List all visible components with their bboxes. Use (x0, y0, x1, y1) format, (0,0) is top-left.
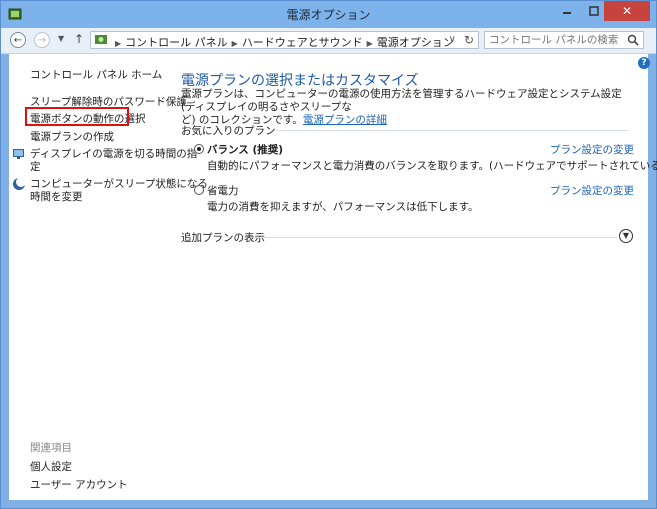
address-path[interactable]: ▶ コントロール パネル ▶ ハードウェアとサウンド ▶ 電源オプション ∨ ↻ (90, 31, 479, 49)
minimize-icon (563, 12, 571, 14)
breadcrumb: ▶ コントロール パネル ▶ ハードウェアとサウンド ▶ 電源オプション (111, 34, 454, 50)
recent-locations-dropdown[interactable]: ▼ (58, 34, 64, 43)
highlight-box (25, 107, 129, 126)
sidebar-item-display-off-line1[interactable]: ディスプレイの電源を切る時間の指 (30, 146, 197, 161)
main-panel: 電源プランの選択またはカスタマイズ 電源プランは、コンピューターの電源の使用方法… (181, 54, 657, 500)
forward-button[interactable]: → (34, 32, 50, 48)
title-bar: 電源オプション ✕ (1, 1, 656, 28)
close-icon: ✕ (621, 4, 633, 18)
breadcrumb-hardware-sound[interactable]: ハードウェアとサウンド (242, 36, 363, 49)
maximize-icon (589, 6, 599, 16)
back-button[interactable]: ← (10, 32, 26, 48)
sidebar-item-display-off-line2[interactable]: 定 (30, 159, 41, 174)
power-saver-plan-name[interactable]: 省電力 (207, 183, 239, 198)
up-button[interactable]: ↑ (74, 32, 84, 46)
display-power-icon (13, 149, 24, 159)
content-area: コントロール パネル ホーム スリープ解除時のパスワード保護 電源ボタンの動作の… (9, 54, 657, 500)
breadcrumb-power-options[interactable]: 電源オプション (377, 36, 454, 49)
expand-additional-plans-button[interactable]: ▼ (619, 229, 633, 243)
sidebar-related-user-accounts[interactable]: ユーザー アカウント (30, 477, 128, 492)
description: 電源プランは、コンピューターの電源の使用方法を管理するハードウェア設定とシステム… (181, 88, 636, 127)
forward-arrow-icon: → (37, 35, 47, 46)
related-heading: 関連項目 (30, 442, 72, 454)
sidebar-control-panel-home[interactable]: コントロール パネル ホーム (30, 67, 162, 82)
sidebar-item-create-plan[interactable]: 電源プランの作成 (30, 129, 114, 144)
description-line1: 電源プランは、コンピューターの電源の使用方法を管理するハードウェア設定とシステム… (181, 88, 622, 113)
power-saver-radio[interactable] (194, 185, 204, 195)
breadcrumb-control-panel[interactable]: コントロール パネル (125, 36, 228, 49)
window: 電源オプション ✕ ← → ▼ ↑ ▶ コントロール パネル ▶ ハードウェアとサウン… (0, 0, 657, 509)
favorites-heading: お気に入りのプラン (181, 125, 276, 137)
breadcrumb-separator-icon: ▶ (231, 39, 238, 48)
power-saver-plan-desc: 電力の消費を抑えますが、パフォーマンスは低下します。 (207, 201, 479, 213)
address-bar: ← → ▼ ↑ ▶ コントロール パネル ▶ ハードウェアとサウンド ▶ 電源オプション … (1, 28, 656, 54)
chevron-down-icon: ▼ (622, 231, 630, 240)
sidebar: コントロール パネル ホーム スリープ解除時のパスワード保護 電源ボタンの動作の… (9, 54, 208, 500)
breadcrumb-separator-icon: ▶ (115, 39, 122, 48)
up-arrow-icon: ↑ (74, 32, 85, 46)
sidebar-item-sleep-line2[interactable]: 時間を変更 (30, 189, 83, 204)
power-saver-change-settings-link[interactable]: プラン設定の変更 (550, 183, 634, 198)
search-input[interactable] (489, 33, 619, 47)
control-panel-icon (95, 35, 107, 44)
divider (277, 130, 629, 131)
balanced-radio[interactable] (194, 144, 204, 154)
path-dropdown-icon[interactable]: ∨ (449, 34, 456, 45)
sleep-moon-icon (13, 177, 26, 190)
balanced-change-settings-link[interactable]: プラン設定の変更 (550, 142, 634, 157)
power-plan-details-link[interactable]: 電源プランの詳細 (303, 114, 387, 126)
search-box[interactable] (484, 31, 644, 49)
search-icon[interactable] (627, 34, 639, 46)
chevron-down-icon: ▼ (58, 34, 65, 43)
refresh-icon[interactable]: ↻ (464, 33, 474, 47)
balanced-plan-name[interactable]: バランス (推奨) (207, 142, 283, 157)
breadcrumb-separator-icon: ▶ (366, 39, 373, 48)
page-title: 電源プランの選択またはカスタマイズ (181, 73, 419, 89)
divider (253, 237, 617, 238)
close-button[interactable]: ✕ (604, 1, 650, 21)
sidebar-related-personalization[interactable]: 個人設定 (30, 459, 72, 474)
minimize-button[interactable] (552, 1, 582, 21)
back-arrow-icon: ← (13, 35, 23, 46)
balanced-plan-desc: 自動的にパフォーマンスと電力消費のバランスを取ります。(ハードウェアでサポートさ… (207, 160, 657, 172)
